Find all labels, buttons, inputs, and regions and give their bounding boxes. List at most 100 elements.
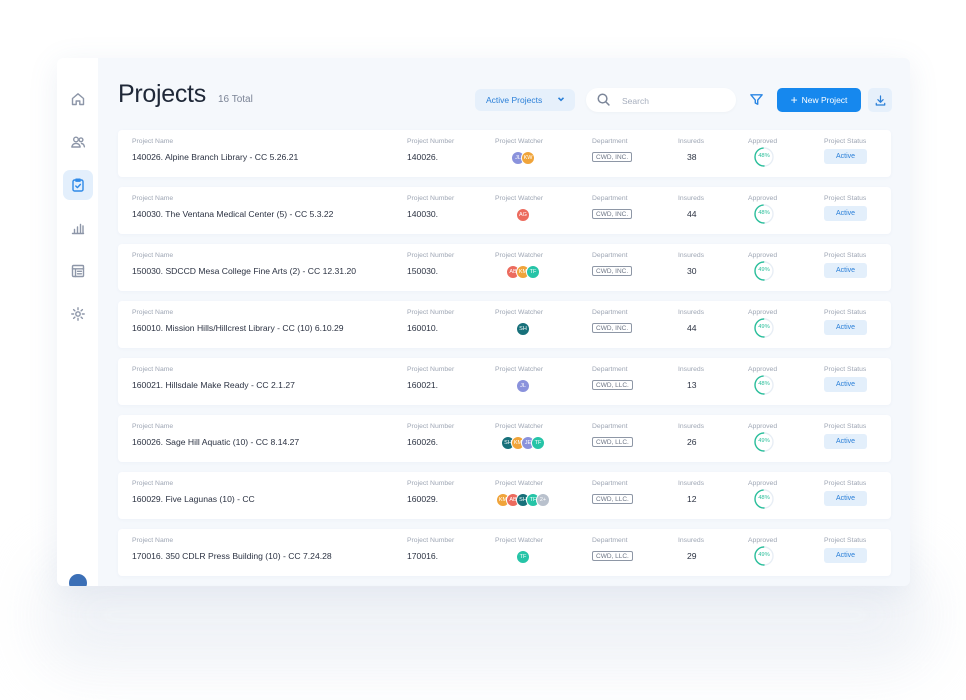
project-row[interactable]: Project Name 140030. The Ventana Medical … bbox=[118, 187, 891, 234]
project-number: 160010. bbox=[407, 323, 439, 333]
project-row[interactable]: Project Name 170016. 350 CDLR Press Build… bbox=[118, 529, 891, 576]
main-content: Projects 16 Total Active Projects + New … bbox=[98, 58, 910, 586]
status-badge[interactable]: Active bbox=[824, 548, 867, 563]
approved-label: Approved bbox=[748, 537, 778, 544]
filter-button[interactable] bbox=[746, 89, 766, 109]
project-filter-dropdown[interactable]: Active Projects bbox=[475, 89, 575, 111]
status-badge[interactable]: Active bbox=[824, 320, 867, 335]
approved-percent: 49% bbox=[758, 552, 770, 558]
project-watcher-label: Project Watcher bbox=[495, 195, 544, 202]
project-watcher-label: Project Watcher bbox=[495, 138, 544, 145]
insureds-label: Insureds bbox=[678, 195, 705, 202]
approved-percent: 49% bbox=[758, 324, 770, 330]
project-status-label: Project Status bbox=[824, 138, 867, 145]
approved-progress-ring: 49% bbox=[753, 431, 775, 453]
table-list-icon bbox=[71, 264, 85, 278]
approved-label: Approved bbox=[748, 423, 778, 430]
project-name[interactable]: 140026. Alpine Branch Library - CC 5.26.… bbox=[132, 152, 298, 162]
sidebar-item-projects[interactable] bbox=[63, 170, 93, 200]
status-badge[interactable]: Active bbox=[824, 377, 867, 392]
project-row[interactable]: Project Name 160029. Five Lagunas (10) - … bbox=[118, 472, 891, 519]
search-icon bbox=[596, 92, 611, 112]
search-input[interactable] bbox=[620, 93, 729, 109]
approved-percent: 49% bbox=[758, 267, 770, 273]
watcher-avatar[interactable]: SH bbox=[516, 322, 530, 336]
bar-chart-icon bbox=[71, 223, 85, 235]
project-name[interactable]: 160010. Mission Hills/Hillcrest Library … bbox=[132, 323, 344, 333]
project-count: 16 Total bbox=[218, 94, 253, 105]
insureds-label: Insureds bbox=[678, 252, 705, 259]
project-number-label: Project Number bbox=[407, 195, 455, 202]
sidebar-item-settings[interactable] bbox=[63, 299, 93, 329]
new-project-button[interactable]: + New Project bbox=[777, 88, 861, 112]
watcher-avatar[interactable]: AG bbox=[516, 208, 530, 222]
approved-progress-ring: 48% bbox=[753, 374, 775, 396]
status-badge[interactable]: Active bbox=[824, 491, 867, 506]
approved-percent: 48% bbox=[758, 210, 770, 216]
project-row[interactable]: Project Name 150030. SDCCD Mesa College F… bbox=[118, 244, 891, 291]
department-badge: CWD, LLC. bbox=[592, 437, 633, 447]
project-watcher-label: Project Watcher bbox=[495, 252, 544, 259]
search-box bbox=[586, 88, 736, 112]
watcher-avatar[interactable]: TF bbox=[531, 436, 545, 450]
sidebar bbox=[57, 58, 98, 586]
watcher-avatars: AG bbox=[516, 208, 530, 222]
project-status-label: Project Status bbox=[824, 252, 867, 259]
project-number: 150030. bbox=[407, 266, 439, 276]
project-name[interactable]: 160021. Hillsdale Make Ready - CC 2.1.27 bbox=[132, 380, 295, 390]
project-number-label: Project Number bbox=[407, 423, 455, 430]
project-number: 140026. bbox=[407, 152, 439, 162]
department-label: Department bbox=[592, 252, 628, 259]
status-badge[interactable]: Active bbox=[824, 206, 867, 221]
watcher-avatar[interactable]: TF bbox=[516, 550, 530, 564]
approved-progress-ring: 49% bbox=[753, 317, 775, 339]
watcher-avatars: KM AB SH TF 2+ bbox=[496, 493, 550, 507]
department-badge: CWD, INC. bbox=[592, 209, 633, 219]
sidebar-item-users[interactable] bbox=[63, 127, 93, 157]
status-badge[interactable]: Active bbox=[824, 149, 867, 164]
project-row[interactable]: Project Name 160021. Hillsdale Make Ready… bbox=[118, 358, 891, 405]
project-name[interactable]: 140030. The Ventana Medical Center (5) -… bbox=[132, 209, 333, 219]
sidebar-item-tables[interactable] bbox=[63, 256, 93, 286]
project-status-label: Project Status bbox=[824, 537, 867, 544]
approved-label: Approved bbox=[748, 309, 778, 316]
approved-label: Approved bbox=[748, 252, 778, 259]
app-window: Projects 16 Total Active Projects + New … bbox=[57, 58, 910, 586]
user-avatar[interactable] bbox=[69, 574, 87, 586]
insureds-count: 44 bbox=[687, 323, 697, 333]
watcher-avatar[interactable]: KW bbox=[521, 151, 535, 165]
insureds-label: Insureds bbox=[678, 423, 705, 430]
watcher-avatars: JL bbox=[516, 379, 530, 393]
watcher-avatar[interactable]: TF bbox=[526, 265, 540, 279]
project-status-label: Project Status bbox=[824, 480, 867, 487]
approved-label: Approved bbox=[748, 138, 778, 145]
insureds-label: Insureds bbox=[678, 480, 705, 487]
project-number-label: Project Number bbox=[407, 309, 455, 316]
project-name[interactable]: 150030. SDCCD Mesa College Fine Arts (2)… bbox=[132, 266, 356, 276]
approved-label: Approved bbox=[748, 480, 778, 487]
department-label: Department bbox=[592, 537, 628, 544]
project-name-label: Project Name bbox=[132, 309, 174, 316]
download-button[interactable] bbox=[868, 88, 892, 112]
status-badge[interactable]: Active bbox=[824, 434, 867, 449]
project-name[interactable]: 170016. 350 CDLR Press Building (10) - C… bbox=[132, 551, 332, 561]
approved-percent: 49% bbox=[758, 438, 770, 444]
project-number: 160026. bbox=[407, 437, 439, 447]
watcher-avatar[interactable]: JL bbox=[516, 379, 530, 393]
status-badge[interactable]: Active bbox=[824, 263, 867, 278]
project-number-label: Project Number bbox=[407, 252, 455, 259]
approved-label: Approved bbox=[748, 366, 778, 373]
sidebar-item-home[interactable] bbox=[63, 84, 93, 114]
sidebar-item-reports[interactable] bbox=[63, 213, 93, 243]
project-row[interactable]: Project Name 140026. Alpine Branch Librar… bbox=[118, 130, 891, 177]
project-name[interactable]: 160026. Sage Hill Aquatic (10) - CC 8.14… bbox=[132, 437, 299, 447]
project-row[interactable]: Project Name 160026. Sage Hill Aquatic (1… bbox=[118, 415, 891, 462]
approved-percent: 48% bbox=[758, 153, 770, 159]
watcher-avatar[interactable]: 2+ bbox=[536, 493, 550, 507]
project-name[interactable]: 160029. Five Lagunas (10) - CC bbox=[132, 494, 255, 504]
project-name-label: Project Name bbox=[132, 423, 174, 430]
project-row[interactable]: Project Name 160010. Mission Hills/Hillcr… bbox=[118, 301, 891, 348]
new-project-label: New Project bbox=[801, 95, 848, 105]
settings-icon bbox=[71, 307, 85, 321]
approved-progress-ring: 49% bbox=[753, 260, 775, 282]
